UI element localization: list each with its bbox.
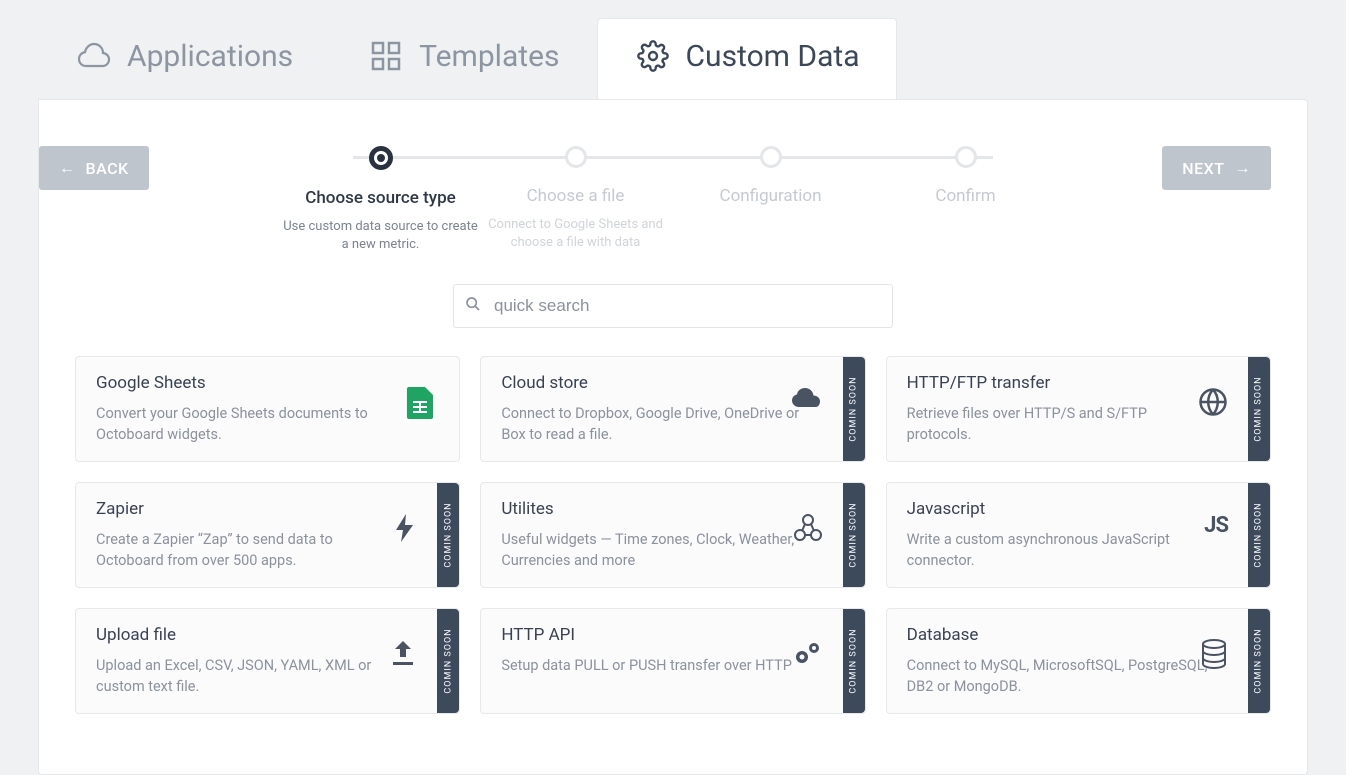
cloud-icon — [75, 37, 113, 75]
coming-soon-badge: COMIN SOON — [1248, 609, 1270, 713]
next-button[interactable]: NEXT → — [1162, 146, 1271, 190]
coming-soon-badge: COMIN SOON — [1248, 357, 1270, 461]
js-icon: JS — [1204, 513, 1228, 538]
nodes-icon — [793, 513, 823, 547]
database-icon — [1200, 639, 1228, 673]
card-title: Upload file — [96, 625, 403, 645]
step-choose-source[interactable]: Choose source type Use custom data sourc… — [283, 146, 478, 254]
step-title: Choose source type — [283, 188, 478, 208]
gear-icon — [634, 37, 672, 75]
tab-label: Applications — [127, 39, 293, 74]
coming-soon-badge: COMIN SOON — [1248, 483, 1270, 587]
tab-label: Custom Data — [686, 39, 860, 74]
card-desc: Upload an Excel, CSV, JSON, YAML, XML or… — [96, 655, 403, 697]
globe-icon — [1198, 387, 1228, 421]
content-panel: ← BACK NEXT → Choose source type Use cus… — [38, 99, 1308, 775]
step-dot-icon — [760, 146, 782, 168]
upload-icon — [389, 639, 417, 671]
step-title: Configuration — [673, 186, 868, 206]
step-dot-icon — [369, 146, 393, 170]
source-grid: Google Sheets Convert your Google Sheets… — [75, 356, 1271, 714]
card-desc: Useful widgets — Time zones, Clock, Weat… — [501, 529, 808, 571]
step-desc: Use custom data source to create a new m… — [283, 218, 478, 254]
card-title: Utilites — [501, 499, 808, 519]
card-desc: Connect to MySQL, MicrosoftSQL, PostgreS… — [907, 655, 1214, 697]
card-title: Zapier — [96, 499, 403, 519]
card-title: Database — [907, 625, 1214, 645]
card-desc: Retrieve files over HTTP/S and S/FTP pro… — [907, 403, 1214, 445]
card-utilities[interactable]: Utilites Useful widgets — Time zones, Cl… — [480, 482, 865, 588]
card-http-api[interactable]: HTTP API Setup data PULL or PUSH transfe… — [480, 608, 865, 714]
search-icon — [465, 296, 481, 316]
step-choose-file[interactable]: Choose a file Connect to Google Sheets a… — [478, 146, 673, 254]
tab-label: Templates — [419, 39, 559, 74]
card-title: HTTP API — [501, 625, 808, 645]
back-button[interactable]: ← BACK — [39, 146, 149, 190]
tab-applications[interactable]: Applications — [38, 18, 330, 99]
card-title: Google Sheets — [96, 373, 403, 393]
card-title: HTTP/FTP transfer — [907, 373, 1214, 393]
card-desc: Connect to Dropbox, Google Drive, OneDri… — [501, 403, 808, 445]
bolt-icon — [393, 513, 417, 547]
arrow-right-icon: → — [1235, 158, 1252, 178]
coming-soon-badge: COMIN SOON — [843, 483, 865, 587]
step-dot-icon — [955, 146, 977, 168]
card-javascript[interactable]: Javascript Write a custom asynchronous J… — [886, 482, 1271, 588]
coming-soon-badge: COMIN SOON — [843, 357, 865, 461]
gears-icon — [793, 639, 823, 669]
search-container — [453, 284, 893, 328]
next-label: NEXT — [1182, 159, 1224, 178]
tab-templates[interactable]: Templates — [330, 18, 596, 99]
tab-bar: Applications Templates Custom Data — [38, 0, 1308, 99]
grid-icon — [367, 37, 405, 75]
step-title: Choose a file — [478, 186, 673, 206]
step-dot-icon — [565, 146, 587, 168]
card-google-sheets[interactable]: Google Sheets Convert your Google Sheets… — [75, 356, 460, 462]
step-desc: Connect to Google Sheets and choose a fi… — [478, 216, 673, 252]
back-label: BACK — [86, 159, 129, 178]
card-desc: Create a Zapier “Zap” to send data to Oc… — [96, 529, 403, 571]
card-title: Cloud store — [501, 373, 808, 393]
cloud-icon — [791, 387, 823, 413]
card-zapier[interactable]: Zapier Create a Zapier “Zap” to send dat… — [75, 482, 460, 588]
coming-soon-badge: COMIN SOON — [843, 609, 865, 713]
step-title: Confirm — [868, 186, 1063, 206]
card-title: Javascript — [907, 499, 1214, 519]
card-cloud-store[interactable]: Cloud store Connect to Dropbox, Google D… — [480, 356, 865, 462]
search-input[interactable] — [453, 284, 893, 328]
step-confirm[interactable]: Confirm — [868, 146, 1063, 254]
card-desc: Setup data PULL or PUSH transfer over HT… — [501, 655, 808, 676]
card-upload-file[interactable]: Upload file Upload an Excel, CSV, JSON, … — [75, 608, 460, 714]
card-desc: Write a custom asynchronous JavaScript c… — [907, 529, 1214, 571]
step-configuration[interactable]: Configuration — [673, 146, 868, 254]
tab-custom-data[interactable]: Custom Data — [597, 18, 897, 99]
coming-soon-badge: COMIN SOON — [437, 609, 459, 713]
wizard-stepper: Choose source type Use custom data sourc… — [283, 146, 1063, 254]
card-http-ftp[interactable]: HTTP/FTP transfer Retrieve files over HT… — [886, 356, 1271, 462]
google-sheets-icon — [407, 387, 433, 419]
coming-soon-badge: COMIN SOON — [437, 483, 459, 587]
arrow-left-icon: ← — [59, 158, 76, 178]
card-database[interactable]: Database Connect to MySQL, MicrosoftSQL,… — [886, 608, 1271, 714]
card-desc: Convert your Google Sheets documents to … — [96, 403, 403, 445]
